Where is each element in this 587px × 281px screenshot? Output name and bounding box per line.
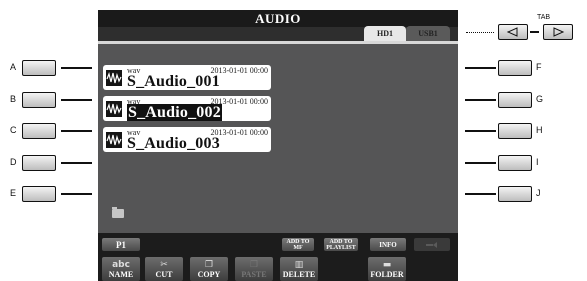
name-button[interactable]: abc NAME	[102, 257, 140, 281]
hw-label-g: G	[536, 94, 544, 104]
tab-label: TAB	[537, 14, 551, 21]
hw-label-a: A	[10, 62, 17, 72]
file-name: S_Audio_002	[127, 104, 222, 121]
hw-button-c[interactable]	[22, 123, 56, 139]
file-name: S_Audio_001	[127, 73, 220, 90]
hw-label-f: F	[536, 62, 542, 72]
hw-line-j	[465, 193, 496, 195]
tab-dash	[530, 31, 539, 33]
hw-button-j[interactable]	[498, 186, 532, 202]
cut-button[interactable]: ✂ CUT	[145, 257, 183, 281]
hw-button-b[interactable]	[22, 92, 56, 108]
hw-label-i: I	[536, 157, 539, 167]
file-item[interactable]: wav 2013-01-01 00:00 S_Audio_003	[103, 127, 271, 152]
page-button[interactable]: P1	[102, 238, 140, 251]
waveform-icon	[106, 101, 122, 117]
tab-dotted-line	[466, 32, 494, 33]
hw-button-g[interactable]	[498, 92, 532, 108]
add-to-playlist-line1: ADD TO	[329, 238, 353, 245]
paste-button-label: PASTE	[241, 270, 267, 279]
tab-right-button[interactable]	[543, 24, 573, 40]
tab-usb1[interactable]: USB1	[406, 26, 450, 41]
hw-line-a	[61, 67, 92, 69]
hw-line-d	[61, 162, 92, 164]
delete-button-label: DELETE	[282, 270, 316, 279]
folder-button-label: FOLDER	[370, 270, 404, 279]
hw-label-h: H	[536, 125, 543, 135]
trash-icon: ▥	[294, 260, 304, 270]
hw-button-e[interactable]	[22, 186, 56, 202]
hw-label-d: D	[10, 157, 17, 167]
audio-screen: AUDIO HD1 USB1 wav 2013-01-01 00:00 S_Au…	[98, 10, 458, 281]
copy-icon: ❐	[204, 260, 214, 270]
hw-label-c: C	[10, 125, 17, 135]
paste-icon: ❐	[249, 260, 259, 270]
add-to-mf-line1: ADD TO	[286, 238, 310, 245]
hw-line-e	[61, 193, 92, 195]
hw-button-a[interactable]	[22, 60, 56, 76]
tab-left-arrow-icon	[506, 27, 518, 37]
cut-button-label: CUT	[155, 270, 173, 279]
hw-line-i	[465, 162, 496, 164]
hw-button-h[interactable]	[498, 123, 532, 139]
waveform-icon	[106, 132, 122, 148]
file-item-selected[interactable]: wav 2013-01-01 00:00 S_Audio_002	[103, 96, 271, 121]
hw-line-c	[61, 130, 92, 132]
hw-button-i[interactable]	[498, 155, 532, 171]
tab-hd1[interactable]: HD1	[364, 26, 406, 41]
scissors-icon: ✂	[160, 260, 168, 270]
hw-line-b	[61, 99, 92, 101]
waveform-icon	[106, 70, 122, 86]
folder-button[interactable]: ▬ FOLDER	[368, 257, 406, 281]
hw-label-j: J	[536, 188, 541, 198]
screen-title: AUDIO	[98, 10, 458, 27]
add-to-playlist-button[interactable]: ADD TO PLAYLIST	[324, 238, 358, 251]
copy-button[interactable]: ❐ COPY	[190, 257, 228, 281]
delete-button[interactable]: ▥ DELETE	[280, 257, 318, 281]
folder-icon: ▬	[382, 260, 392, 270]
bottom-bar: P1 ADD TO MF ADD TO PLAYLIST INFO abc NAME…	[98, 233, 458, 281]
hw-button-f[interactable]	[498, 60, 532, 76]
add-to-mf-button[interactable]: ADD TO MF	[282, 238, 314, 251]
hw-line-h	[465, 130, 496, 132]
hw-line-g	[465, 99, 496, 101]
file-list: wav 2013-01-01 00:00 S_Audio_001 wav 201…	[98, 44, 458, 233]
file-name: S_Audio_003	[127, 135, 220, 152]
hw-label-e: E	[10, 188, 17, 198]
add-to-mf-line2: MF	[293, 244, 303, 251]
disabled-button	[414, 238, 450, 251]
hw-button-d[interactable]	[22, 155, 56, 171]
info-button[interactable]: INFO	[370, 238, 406, 251]
hw-label-b: B	[10, 94, 17, 104]
name-abc-icon: abc	[112, 260, 130, 270]
paste-button: ❐ PASTE	[235, 257, 273, 281]
hw-line-f	[465, 67, 496, 69]
tab-right-arrow-icon	[553, 27, 565, 37]
file-item[interactable]: wav 2013-01-01 00:00 S_Audio_001	[103, 65, 271, 90]
tab-left-button[interactable]	[498, 24, 528, 40]
copy-button-label: COPY	[197, 270, 221, 279]
folder-up-icon[interactable]	[112, 207, 124, 218]
disabled-arrow-icon	[426, 241, 437, 248]
name-button-label: NAME	[108, 270, 134, 279]
add-to-playlist-line2: PLAYLIST	[326, 244, 356, 251]
